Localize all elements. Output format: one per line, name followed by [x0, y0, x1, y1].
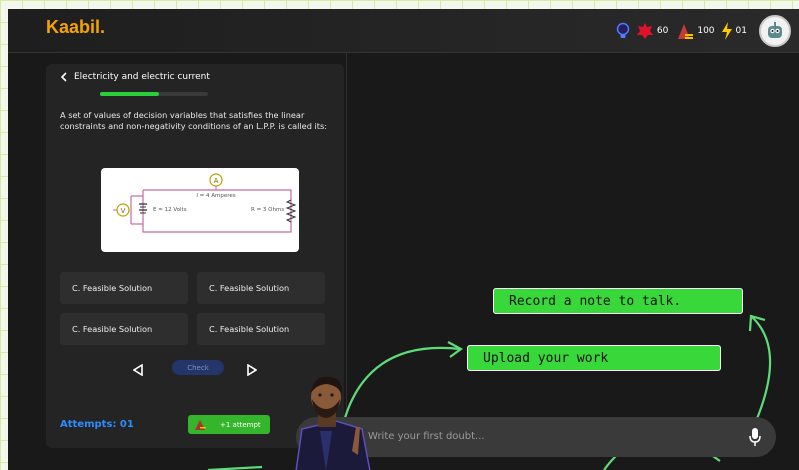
guide-arrows: [207, 314, 772, 470]
tutor-avatar: [295, 376, 371, 470]
record-arrow-curve: [751, 316, 772, 422]
app-window: Kaabil. 60 100 01 Electricity and electr…: [8, 9, 799, 470]
microphone-icon[interactable]: [748, 427, 762, 447]
